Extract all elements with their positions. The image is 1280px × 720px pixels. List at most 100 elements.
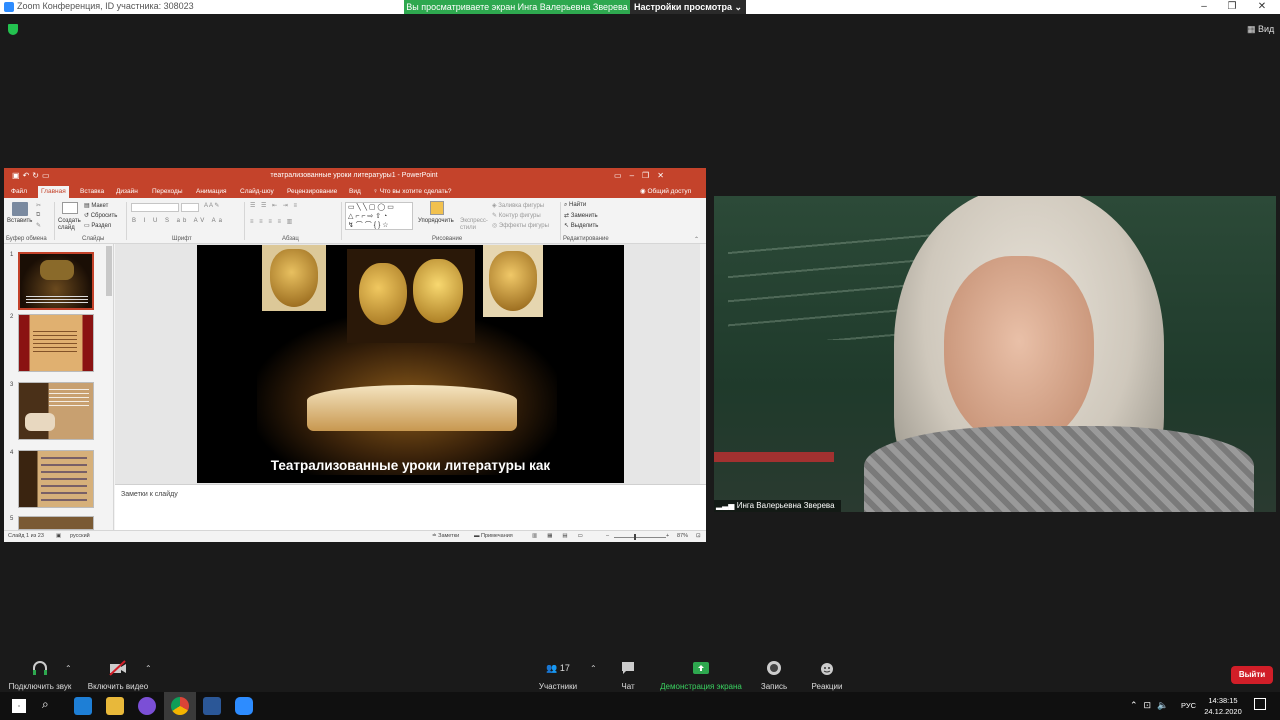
zoom-level[interactable]: 87% — [677, 533, 688, 539]
ppt-close-icon[interactable]: ✕ — [657, 171, 672, 180]
input-language[interactable]: РУС — [1181, 701, 1196, 710]
shapes-gallery[interactable]: ▭ ╲ ╲ ▢ ◯ ▭ △ ⌐ ⌐ ⇨ ⇧ ◔ ↯ ⌒ ⌒ { } ☆ — [345, 202, 413, 230]
quick-access-toolbar[interactable]: ▣↶↻▭ — [12, 171, 53, 180]
zoom-out-icon[interactable]: – — [606, 533, 609, 539]
join-audio-button[interactable]: Подключить звук — [6, 660, 74, 691]
close-button[interactable]: ✕ — [1248, 0, 1276, 14]
alignment-buttons[interactable]: ≡ ≡ ≡ ≡ ▥ — [250, 218, 294, 225]
start-slideshow-icon[interactable]: ▭ — [42, 171, 53, 180]
notifications-icon[interactable] — [1254, 698, 1266, 710]
participants-options-caret[interactable]: ⌃ — [590, 664, 597, 673]
cut-icon[interactable]: ✂ — [36, 202, 41, 209]
shape-fill-label: Заливка фигуры — [498, 203, 545, 209]
participants-button[interactable]: 👥 17 Участники — [532, 660, 584, 691]
start-video-button[interactable]: Включить видео — [84, 660, 152, 691]
comments-toggle[interactable]: ▬ Примечания — [474, 533, 513, 539]
current-slide[interactable]: Театрализованные уроки литературы как — [197, 245, 624, 483]
tab-design[interactable]: Дизайн — [113, 186, 141, 198]
tab-transitions[interactable]: Переходы — [149, 186, 186, 198]
ppt-minimize-icon[interactable]: – — [630, 171, 642, 180]
find-button[interactable]: ⌕ Найти — [564, 202, 586, 209]
slide-thumbnail[interactable] — [18, 382, 94, 440]
leave-meeting-button[interactable]: Выйти — [1231, 666, 1273, 684]
notes-pane[interactable]: Заметки к слайду — [115, 484, 706, 530]
new-slide-icon[interactable] — [62, 202, 78, 214]
copy-icon[interactable]: ⧉ — [36, 212, 40, 219]
tray-icons[interactable]: ⌃⊡🔈 — [1130, 700, 1174, 711]
share-screen-button[interactable]: Демонстрация экрана — [656, 660, 746, 691]
notes-toggle[interactable]: ≐ Заметки — [432, 533, 459, 539]
ppt-share-button[interactable]: ◉ Общий доступ — [640, 186, 691, 198]
video-options-caret[interactable]: ⌃ — [145, 664, 152, 673]
zoom-slider-thumb[interactable] — [634, 534, 636, 540]
zoom-taskbar-icon[interactable] — [235, 697, 253, 715]
arrange-button[interactable]: Упорядочить — [418, 218, 454, 224]
minimize-button[interactable]: – — [1190, 0, 1218, 14]
paste-icon[interactable] — [12, 202, 28, 216]
ppt-window-controls[interactable]: ▭–❐✕ — [614, 171, 672, 180]
chat-button[interactable]: Чат — [610, 660, 646, 691]
zoom-slider[interactable] — [614, 537, 666, 538]
replace-button[interactable]: ⇄ Заменить — [564, 212, 598, 219]
ribbon-options-icon[interactable]: ▭ — [614, 171, 630, 180]
shape-fill-button[interactable]: ◈ Заливка фигуры — [492, 202, 544, 209]
fit-slide-icon[interactable]: ⊡ — [696, 533, 701, 539]
quick-styles-button[interactable]: Экспресс-стили — [460, 218, 488, 232]
tab-file[interactable]: Файл — [8, 186, 30, 198]
search-icon[interactable]: ⌕ — [42, 697, 49, 712]
tab-animations[interactable]: Анимация — [193, 186, 230, 198]
font-size-dropdown[interactable] — [181, 203, 199, 212]
zoom-in-icon[interactable]: + — [666, 533, 669, 539]
list-buttons[interactable]: ☰ ☰ ⇤ ⇥ ≡ — [250, 202, 299, 209]
paste-button[interactable]: Вставить — [7, 218, 32, 224]
view-button[interactable]: ▦ Вид — [1247, 24, 1274, 35]
file-explorer-icon[interactable] — [106, 697, 124, 715]
tab-insert[interactable]: Вставка — [77, 186, 107, 198]
reset-button[interactable]: ↺ Сбросить — [84, 212, 117, 219]
tab-home[interactable]: Главная — [38, 186, 69, 198]
edge-icon[interactable] — [74, 697, 92, 715]
tell-me-search[interactable]: ♀ Что вы хотите сделать? — [370, 186, 455, 198]
windows-start-icon[interactable] — [12, 699, 26, 713]
shape-effects-button[interactable]: ◎ Эффекты фигуры — [492, 222, 549, 229]
font-name-dropdown[interactable] — [131, 203, 179, 212]
arrange-icon[interactable] — [430, 201, 444, 215]
view-mode-buttons[interactable]: ▥▦▤▭ — [532, 533, 593, 539]
save-icon[interactable]: ▣ — [12, 171, 23, 180]
thumbnails-scrollbar[interactable] — [106, 246, 112, 296]
slide-thumbnail[interactable] — [18, 252, 94, 310]
new-slide-button[interactable]: Создать слайд — [58, 218, 84, 232]
word-icon[interactable] — [203, 697, 221, 715]
collapse-ribbon-icon[interactable]: ⌃ — [694, 236, 699, 243]
ppt-maximize-icon[interactable]: ❐ — [642, 171, 657, 180]
participant-video-tile[interactable]: ▂▃▅ Инга Валерьевна Зверева — [714, 196, 1276, 512]
record-button[interactable]: Запись — [754, 660, 794, 691]
security-shield-icon[interactable] — [8, 24, 18, 35]
view-settings-button[interactable]: Настройки просмотра ⌄ — [630, 0, 746, 14]
slide-thumbnail[interactable] — [18, 516, 94, 530]
section-button[interactable]: ▭ Раздел — [84, 222, 111, 229]
tab-review[interactable]: Рецензирование — [284, 186, 340, 198]
layout-button[interactable]: ▤ Макет — [84, 202, 108, 209]
audio-options-caret[interactable]: ⌃ — [65, 664, 72, 673]
tab-view[interactable]: Вид — [346, 186, 364, 198]
chrome-icon[interactable] — [171, 697, 189, 715]
format-painter-icon[interactable]: ✎ — [36, 222, 41, 229]
spellcheck-icon[interactable]: ▣ — [56, 533, 61, 539]
tab-slideshow[interactable]: Слайд-шоу — [237, 186, 277, 198]
viber-icon[interactable] — [138, 697, 156, 715]
slide-title-text[interactable]: Театрализованные уроки литературы как — [197, 458, 624, 473]
redo-icon[interactable]: ↻ — [32, 171, 42, 180]
undo-icon[interactable]: ↶ — [23, 171, 33, 180]
slide-thumbnail[interactable] — [18, 450, 94, 508]
maximize-button[interactable]: ❐ — [1218, 0, 1246, 14]
select-button[interactable]: ↖ Выделить — [564, 222, 598, 229]
reactions-button[interactable]: Реакции — [806, 660, 848, 691]
slide-thumbnail[interactable] — [18, 314, 94, 372]
language-indicator[interactable]: русский — [70, 533, 90, 539]
system-clock[interactable]: 14:38:15 24.12.2020 — [1198, 695, 1248, 717]
slide-scrollbar[interactable] — [700, 244, 706, 484]
font-format-buttons[interactable]: B I U S ab AV Aa — [132, 218, 225, 224]
shape-outline-button[interactable]: ✎ Контур фигуры — [492, 212, 541, 219]
font-grow-shrink-icon[interactable]: A A ✎ — [204, 202, 219, 209]
